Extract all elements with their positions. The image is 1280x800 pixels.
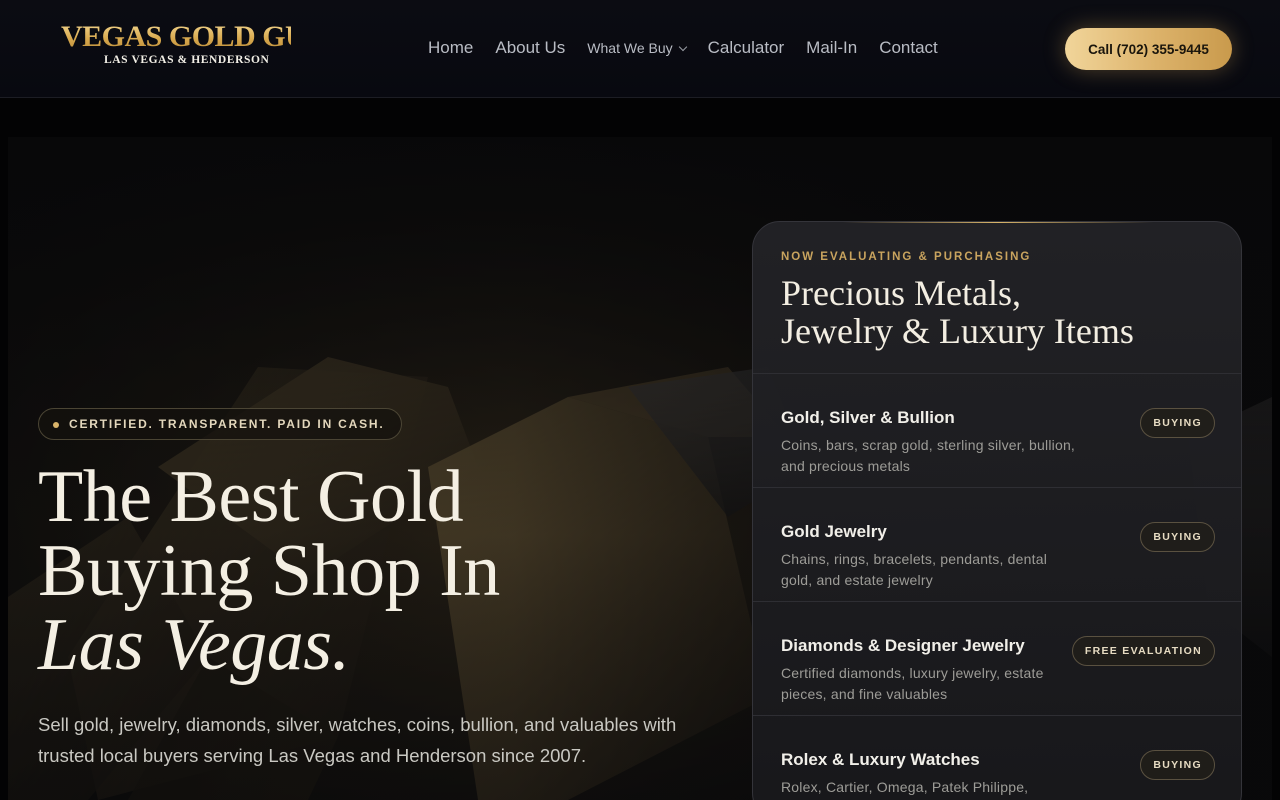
nav-home[interactable]: Home	[428, 38, 473, 58]
status-badge: BUYING	[1140, 522, 1215, 552]
site-header: VEGAS GOLD GUYS LAS VEGAS & HENDERSON Ho…	[0, 0, 1280, 98]
trust-badge-text: CERTIFIED. TRANSPARENT. PAID IN CASH.	[69, 417, 385, 431]
hero-section: CERTIFIED. TRANSPARENT. PAID IN CASH. Th…	[8, 137, 1272, 800]
status-badge: BUYING	[1140, 408, 1215, 438]
brand-logo[interactable]: VEGAS GOLD GUYS LAS VEGAS & HENDERSON	[61, 20, 344, 70]
category-item-luxury-watches[interactable]: Rolex & Luxury Watches Rolex, Cartier, O…	[753, 715, 1241, 800]
card-kicker: NOW EVALUATING & PURCHASING	[781, 251, 1032, 263]
nav-contact[interactable]: Contact	[879, 38, 938, 58]
hero-title-line-3: Las Vegas.	[38, 604, 350, 686]
logo-tagline: LAS VEGAS & HENDERSON	[104, 54, 270, 66]
category-item-diamonds-designer-jewelry[interactable]: Diamonds & Designer Jewelry Certified di…	[753, 601, 1241, 715]
hero-title-line-2: Buying Shop In	[38, 530, 500, 612]
category-description: Rolex, Cartier, Omega, Patek Philippe,	[781, 779, 1029, 795]
nav-what-we-buy[interactable]: What We Buy	[587, 40, 687, 56]
category-title: Gold, Silver & Bullion	[781, 408, 955, 427]
hero-description: Sell gold, jewelry, diamonds, silver, wa…	[38, 714, 677, 766]
category-description: Certified diamonds, luxury jewelry, esta…	[781, 665, 1044, 702]
nav-what-we-buy-label: What We Buy	[587, 40, 673, 56]
category-item-gold-jewelry[interactable]: Gold Jewelry Chains, rings, bracelets, p…	[753, 487, 1241, 601]
what-we-buy-card: NOW EVALUATING & PURCHASING Precious Met…	[752, 221, 1242, 800]
card-accent-line	[843, 222, 1153, 223]
nav-mail-in[interactable]: Mail-In	[806, 38, 857, 58]
trust-badge: CERTIFIED. TRANSPARENT. PAID IN CASH.	[38, 408, 402, 440]
status-badge: FREE EVALUATION	[1071, 636, 1215, 666]
card-title-line-1: Precious Metals,	[781, 273, 1021, 313]
card-title: Precious Metals, Jewelry & Luxury Items	[781, 274, 1221, 350]
hero-title-line-1: The Best Gold	[38, 456, 464, 538]
nav-calculator[interactable]: Calculator	[708, 38, 785, 58]
main-nav: Home About Us What We Buy Calculator Mai…	[428, 36, 960, 60]
category-description: Chains, rings, bracelets, pendants, dent…	[781, 551, 1047, 588]
bullet-dot-icon	[53, 422, 59, 428]
category-title: Rolex & Luxury Watches	[781, 750, 980, 769]
category-title: Diamonds & Designer Jewelry	[781, 636, 1025, 655]
hero-title: The Best Gold Buying Shop In Las Vegas.	[38, 460, 678, 682]
category-item-gold-silver-bullion[interactable]: Gold, Silver & Bullion Coins, bars, scra…	[753, 373, 1241, 487]
category-list: Gold, Silver & Bullion Coins, bars, scra…	[753, 373, 1241, 800]
category-title: Gold Jewelry	[781, 522, 887, 541]
call-button[interactable]: Call (702) 355-9445	[1065, 28, 1232, 70]
status-badge: BUYING	[1140, 750, 1215, 780]
nav-about-us[interactable]: About Us	[495, 38, 565, 58]
logo-wordmark: VEGAS GOLD GUYS	[61, 20, 344, 53]
chevron-down-icon	[678, 42, 687, 51]
card-title-line-2: Jewelry & Luxury Items	[781, 311, 1134, 351]
category-description: Coins, bars, scrap gold, sterling silver…	[781, 437, 1076, 474]
